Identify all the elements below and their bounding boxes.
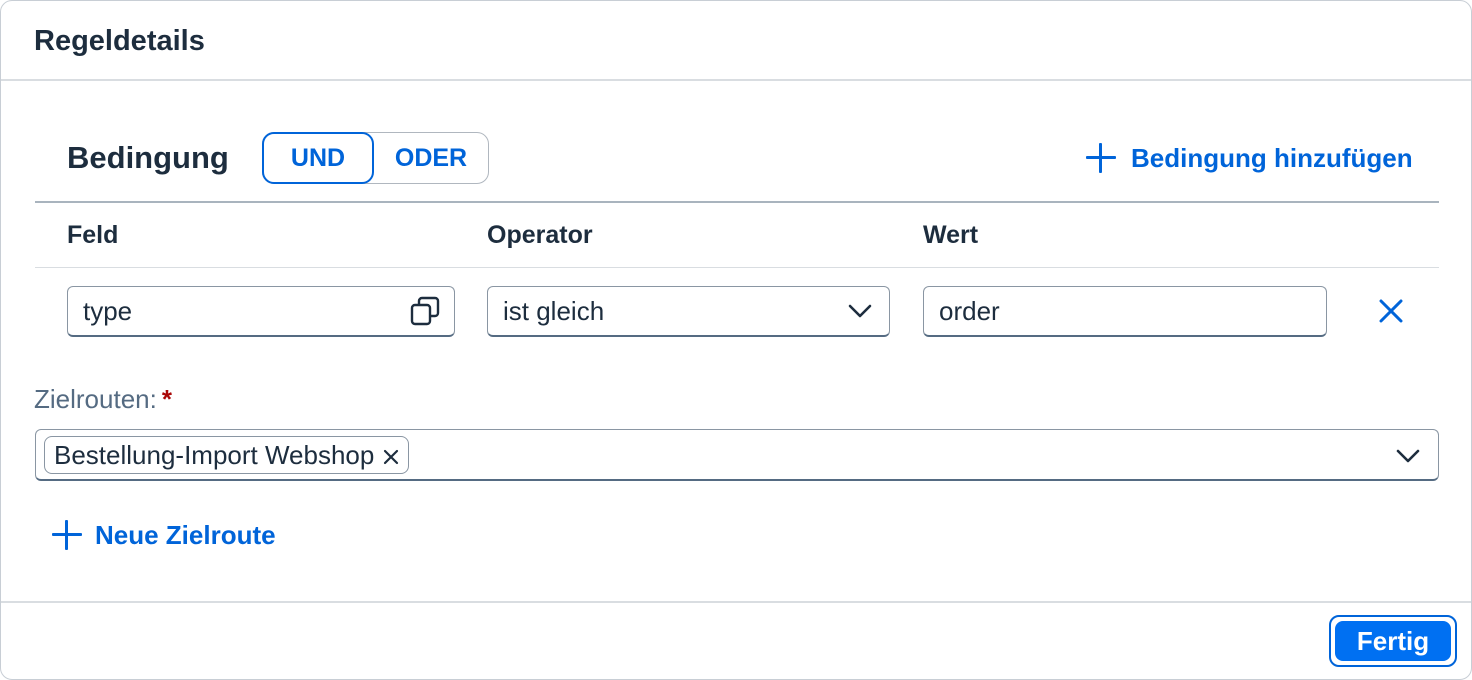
dialog-title: Regeldetails — [34, 25, 205, 57]
plus-icon — [51, 519, 83, 551]
logic-segmented-button: UND ODER — [262, 132, 489, 184]
value-input-value: order — [939, 295, 1000, 326]
close-icon[interactable] — [380, 444, 402, 466]
add-condition-label: Bedingung hinzufügen — [1131, 142, 1413, 173]
condition-title: Bedingung — [67, 140, 229, 175]
table-divider-top — [35, 201, 1439, 203]
column-header-value: Wert — [923, 221, 979, 249]
chevron-down-icon — [831, 287, 889, 335]
plus-icon — [1085, 142, 1117, 174]
add-condition-button[interactable]: Bedingung hinzufügen — [1085, 142, 1413, 174]
footer-divider — [1, 601, 1471, 603]
token-route[interactable]: Bestellung-Import Webshop — [44, 436, 410, 474]
target-routes-label: Zielrouten: * — [34, 384, 172, 415]
column-header-operator: Operator — [487, 221, 593, 249]
column-header-field: Feld — [67, 221, 119, 249]
token-label: Bestellung-Import Webshop — [54, 439, 375, 470]
new-target-route-button[interactable]: Neue Zielroute — [51, 519, 276, 551]
done-button[interactable]: Fertig — [1335, 621, 1451, 661]
field-input[interactable]: type — [67, 286, 455, 337]
operator-select-value: ist gleich — [503, 295, 605, 326]
segment-oder-button[interactable]: ODER — [374, 133, 488, 183]
value-input[interactable]: order — [923, 286, 1327, 337]
new-target-route-label: Neue Zielroute — [95, 519, 276, 550]
required-mark: * — [161, 384, 172, 414]
chevron-down-icon[interactable] — [1394, 442, 1422, 470]
target-routes-label-text: Zielrouten: — [34, 384, 157, 414]
operator-select[interactable]: ist gleich — [487, 286, 890, 337]
field-input-value: type — [83, 295, 133, 326]
target-routes-multi-combobox[interactable]: Bestellung-Import Webshop — [35, 429, 1439, 481]
rule-details-dialog: Regeldetails Bedingung UND ODER Bedingun… — [0, 0, 1472, 680]
value-help-icon[interactable] — [396, 287, 454, 335]
dialog-header: Regeldetails — [1, 1, 1471, 81]
delete-condition-close-icon[interactable] — [1375, 295, 1407, 327]
table-divider-header — [35, 267, 1439, 268]
segment-und-button[interactable]: UND — [262, 132, 374, 184]
